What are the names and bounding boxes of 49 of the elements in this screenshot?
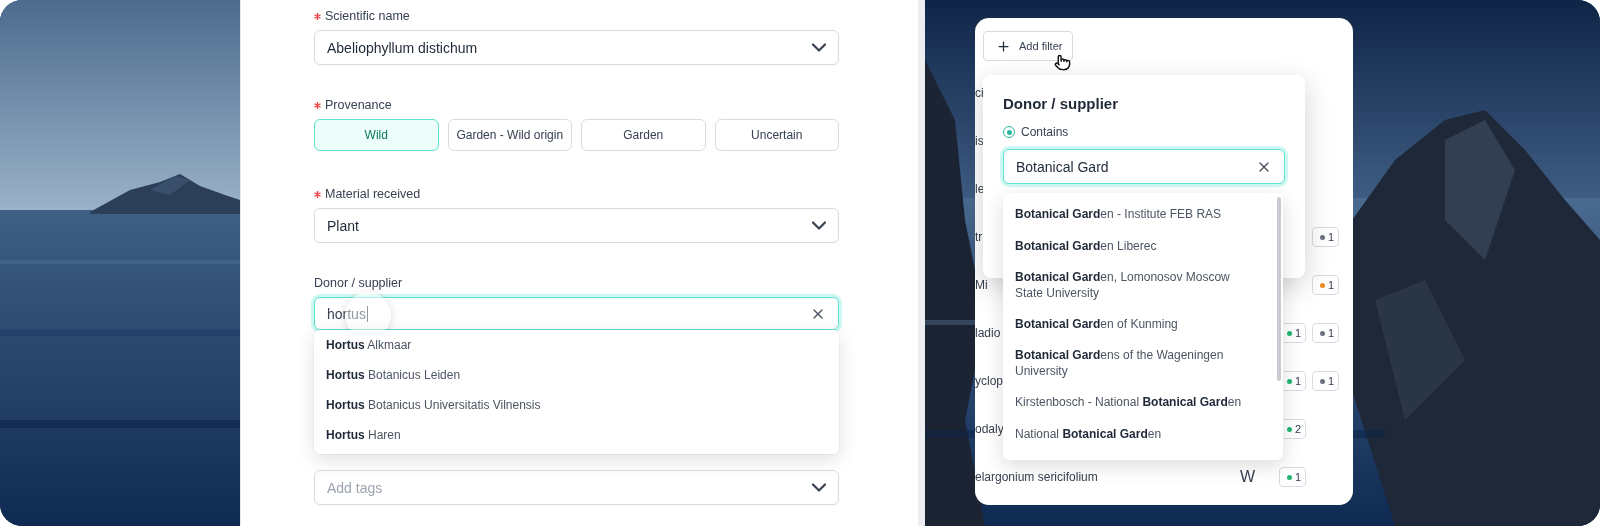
select-field[interactable]: Plant bbox=[314, 208, 839, 243]
suggestion-item[interactable]: Hortus Alkmaar bbox=[314, 330, 839, 360]
field-label: Donor / supplier bbox=[314, 276, 403, 290]
table-cell: odaly bbox=[975, 422, 1004, 436]
select-value: Plant bbox=[327, 217, 359, 234]
suggestion-item[interactable]: Botanical Garden - Institute FEB RAS bbox=[1003, 198, 1259, 230]
suggestion-item[interactable]: Kirstenbosch - National Botanical Garden bbox=[1003, 386, 1259, 418]
search-field[interactable]: Botanical Gard bbox=[1003, 149, 1285, 184]
count-badge: 1 bbox=[1312, 323, 1339, 343]
count-badge: 1 bbox=[1279, 467, 1306, 487]
table-cell: Mi bbox=[975, 278, 988, 292]
suggestion-item[interactable]: Botanical Gardens of the Wageningen University bbox=[1003, 340, 1259, 386]
field-value: Botanical Gard bbox=[1016, 158, 1109, 175]
field-label: Provenance bbox=[325, 98, 392, 112]
hand-pointer-icon bbox=[1054, 54, 1071, 71]
table-cell: is bbox=[975, 134, 984, 148]
table-cell: elargonium sericifolium bbox=[975, 470, 1098, 484]
suggestion-item[interactable]: National Botanical Garden bbox=[1003, 418, 1259, 450]
table-cell: ci bbox=[975, 86, 984, 100]
chevron-down-icon bbox=[812, 221, 826, 230]
popover-title: Donor / supplier bbox=[1003, 95, 1119, 112]
suggestion-item[interactable]: Botanical Garden of Kunming bbox=[1003, 308, 1259, 340]
table-cell: yclop bbox=[975, 374, 1003, 388]
select-field[interactable]: Abeliophyllum distichum bbox=[314, 30, 839, 65]
table-cell: ladio bbox=[975, 326, 1001, 340]
table-cell-text: W bbox=[1240, 468, 1257, 486]
choice-button[interactable]: Uncertain bbox=[714, 119, 839, 151]
radio-option[interactable]: Contains bbox=[1003, 125, 1285, 139]
count-badge: 1 bbox=[1312, 371, 1339, 391]
suggestion-item[interactable]: Botanical Garden Liberec bbox=[1003, 230, 1259, 262]
suggestion-item[interactable]: Botanical Garden, Lomonosov Moscow State University bbox=[1003, 262, 1259, 308]
choice-button[interactable]: Wild bbox=[314, 119, 439, 151]
count-badge: 1 bbox=[1312, 227, 1339, 247]
choice-button[interactable]: Garden - Wild origin bbox=[447, 119, 572, 151]
chevron-down-icon bbox=[812, 43, 826, 52]
count-badge: 1 bbox=[1312, 275, 1339, 295]
table-cell: tr bbox=[975, 230, 983, 244]
select-value: Abeliophyllum distichum bbox=[327, 39, 478, 56]
suggestion-item[interactable]: Hortus Botanicus Universitatis Vilnensis bbox=[314, 390, 839, 420]
plus-icon bbox=[996, 38, 1011, 54]
scrollbar[interactable] bbox=[1277, 197, 1281, 381]
chevron-down-icon bbox=[812, 483, 826, 492]
field-label: Material received bbox=[325, 187, 421, 201]
suggestion-item[interactable]: Hortus Haren bbox=[314, 420, 839, 450]
select-placeholder: Add tags bbox=[327, 479, 383, 496]
choice-button[interactable]: Garden bbox=[581, 119, 706, 151]
suggestion-item[interactable]: Hortus Botanicus Leiden bbox=[314, 360, 839, 390]
field-label: Scientific name bbox=[325, 9, 410, 23]
field-value: hortus bbox=[327, 305, 368, 322]
